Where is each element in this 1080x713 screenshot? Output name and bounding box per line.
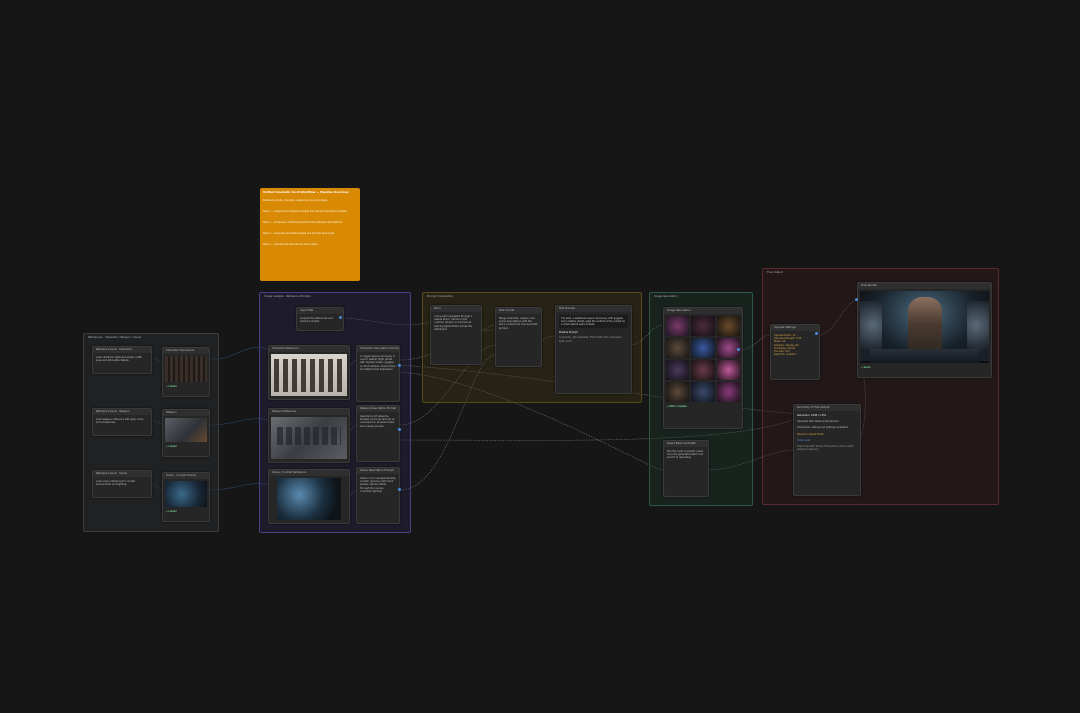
character-image [165,356,207,382]
summary-item: Resolution: 2048 x 1152 [797,414,827,417]
summary-item: Saved to output folder [797,432,824,436]
generated-image[interactable] [691,382,715,402]
analysis-image-node[interactable]: Scene / Cockpit Reference [268,469,350,524]
character-reference-image [271,354,347,396]
group-title: Image Generation [654,295,678,298]
reference-text-node[interactable]: Reference Input · Weapon Load weapon ref… [92,408,152,436]
node-title: Final Render [858,283,991,289]
summary-node[interactable]: Summary of Final Output Resolution: 2048… [793,404,861,496]
generated-image[interactable] [666,360,690,380]
node-title: Scene Description Prompt [357,468,399,474]
node-text: Assorted sci-fi sidearms, blasters and t… [360,415,395,428]
reference-text-node[interactable]: Reference Input · Character Load charact… [92,346,152,374]
final-render-node[interactable]: Final Render ✔ Saved [857,282,992,378]
text-preview-node[interactable]: Text Preview The pilot, a weathered spac… [555,305,632,394]
note-line: Step 1 — Analyze each reference image an… [263,210,348,214]
generated-image[interactable] [666,382,690,402]
weapon-reference-image [271,417,347,459]
group-title: Final Output [767,271,783,274]
node-title: Weapon Description Prompt [357,406,399,412]
node-title: Weapon [163,410,209,416]
note-line: Reference inputs: character, weapon and … [263,199,328,203]
analysis-image-node[interactable]: Character Reference [268,345,350,400]
status-badge: ✔ Loaded [166,385,177,388]
analysis-desc-node[interactable]: Weapon Description Prompt Assorted sci-f… [356,405,400,462]
generated-image[interactable] [666,316,690,336]
summary-item: Upscaled with detail enhancement [797,420,839,424]
summary-link[interactable]: View result [797,439,857,442]
generated-image[interactable] [666,338,690,358]
note-title: Unified Cinematic Sci-fi Workflow — Pipe… [263,190,349,194]
weapon-image [165,418,207,442]
status-badge: ✔ Saved [861,366,871,369]
input-title-node[interactable]: Input Title Analyze the references and e… [296,307,344,331]
generated-image[interactable] [691,338,715,358]
prompt-label: Positive Prompt [559,331,578,335]
character-figures [274,359,344,392]
reference-text-node[interactable]: Reference Input · Scene Load scene refer… [92,470,152,498]
analysis-desc-node[interactable]: Character Description Prompt A rugged sp… [356,345,400,402]
pilot-figure [908,297,942,357]
node-text: Load scene reference for cockpit environ… [96,480,136,487]
workflow-note[interactable]: Unified Cinematic Sci-fi Workflow — Pipe… [260,188,360,281]
note-line: Step 2 — Compose a unified prompt from t… [263,221,343,225]
output-port[interactable] [398,364,401,367]
node-text: Pick the most cinematic result from the … [667,450,704,460]
output-port[interactable] [398,488,401,491]
node-text: A lone pilot navigates through a nebula … [434,315,473,331]
prompt-preview-text: The pilot, a weathered space mercenary w… [559,315,628,329]
node-title: Weapon Reference [269,409,349,415]
setting-line: Seam fix: enabled [774,353,796,357]
output-port[interactable] [815,332,818,335]
note-line: Step 3 — Generate candidate images and p… [263,232,335,236]
output-port[interactable] [339,316,342,319]
node-title: Character Description Prompt [357,346,399,352]
node-title: Character Reference [269,346,349,352]
node-text: Merge character, weapon and scene descri… [499,317,538,330]
node-text: Load character reference sheet, outfit, … [96,356,143,363]
node-canvas[interactable]: References · Character / Weapon / Scene … [0,0,1080,713]
control-panel [870,349,979,363]
text-concat-node[interactable]: Text Concat Merge character, weapon and … [495,307,542,367]
analysis-desc-node[interactable]: Scene Description Prompt Interior of a c… [356,467,400,524]
generated-image[interactable] [691,316,715,336]
summary-item: Characters, setting and lighting consist… [797,426,848,430]
status-badge: ✔ Loaded [166,510,177,513]
node-title: Scene · Cockpit Interior [163,473,209,479]
reference-image-node[interactable]: Scene · Cockpit Interior ✔ Loaded [162,472,210,522]
story-node[interactable]: Story A lone pilot navigates through a n… [430,305,482,365]
analysis-image-node[interactable]: Weapon Reference [268,408,350,463]
upscale-settings-node[interactable]: Upscale Settings Upscale factor: 2x Deno… [770,324,820,380]
output-port[interactable] [737,348,740,351]
generated-image[interactable] [716,360,740,380]
scene-reference-image [277,478,341,520]
group-title: Prompt Composition [427,295,454,298]
image-gallery-node[interactable]: Image Generation ✔ Batch complete [663,307,743,429]
generated-image[interactable] [691,360,715,380]
node-text: A rugged space mercenary in a worn leath… [360,355,396,371]
node-title: Character Turnaround [163,348,209,354]
weapon-items [277,427,341,445]
reference-image-node[interactable]: Weapon ✔ Loaded [162,409,210,457]
scene-image [165,481,207,507]
generated-image[interactable] [716,382,740,402]
output-port[interactable] [398,428,401,431]
reference-image-node[interactable]: Character Turnaround ✔ Loaded [162,347,210,397]
node-text: Interior of a cramped starship cockpit, … [360,477,396,493]
generated-image-grid [664,314,742,404]
prompt-footer: cinematic, ultra detailed, 35mm film sti… [559,336,622,343]
summary-note: Final cinematic frame of the pilot in th… [797,445,854,452]
node-title: Scene / Cockpit Reference [269,470,349,476]
node-text: Analyze the references and extract promp… [300,317,333,324]
node-text: Load weapon reference with gear, tools a… [96,418,144,425]
group-title: Image Analysis · Reference Prompts [264,295,311,298]
final-render-image [860,291,989,363]
generated-image[interactable] [716,316,740,336]
group-title: References · Character / Weapon / Scene [88,336,142,339]
status-badge: ✔ Batch complete [667,405,687,408]
select-candidate-node[interactable]: Select Best Candidate Pick the most cine… [663,440,709,497]
note-line: Step 4 — Upscale and describe the final … [263,243,319,247]
input-port[interactable] [855,298,858,301]
status-badge: ✔ Loaded [166,445,177,448]
